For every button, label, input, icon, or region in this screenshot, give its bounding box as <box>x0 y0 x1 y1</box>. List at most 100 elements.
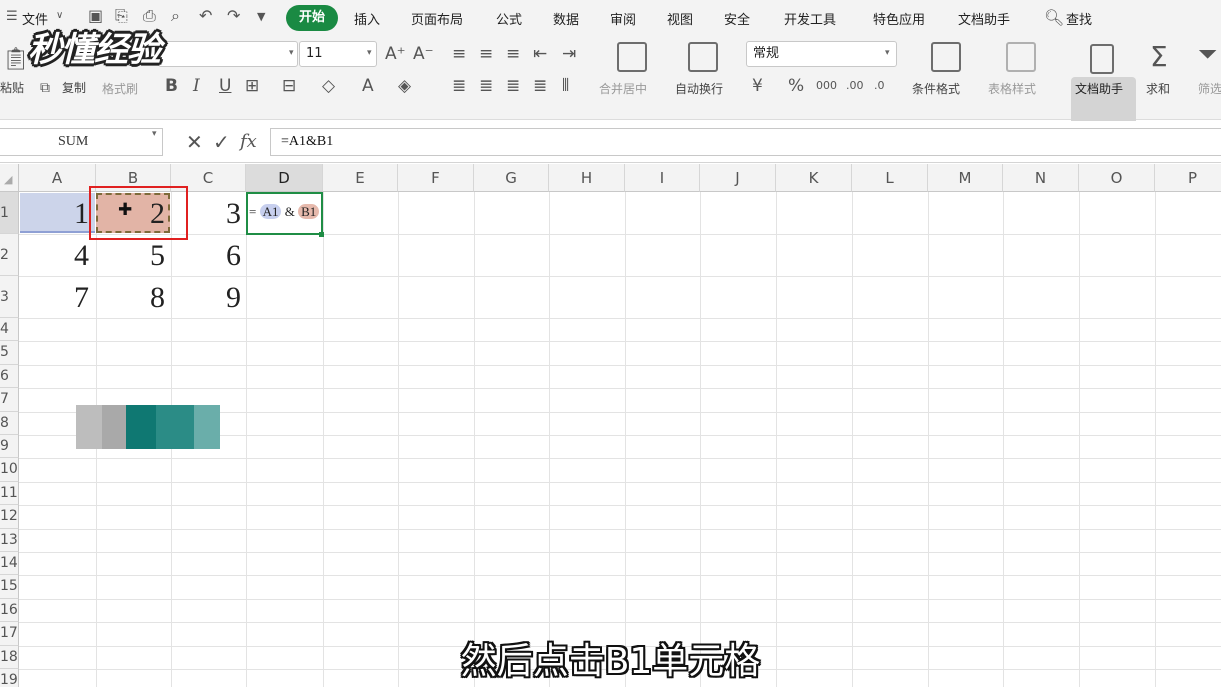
tab-developer[interactable]: 开发工具 <box>784 9 836 28</box>
paste-button[interactable]: 粘贴 <box>0 79 24 96</box>
cancel-icon[interactable]: ✕ <box>186 131 203 153</box>
thousands-icon[interactable]: 000 <box>816 76 837 96</box>
row-header-8[interactable]: 8 <box>0 411 19 435</box>
decrease-font-icon[interactable]: A⁻ <box>413 44 434 64</box>
chevron-down-icon[interactable]: ∨ <box>56 10 63 21</box>
tab-formulas[interactable]: 公式 <box>496 9 522 28</box>
select-all-corner[interactable]: ◢ <box>0 164 19 192</box>
doc-assistant-button[interactable]: 文档助手 <box>1075 80 1123 97</box>
clear-format-icon[interactable]: ◈ <box>398 76 411 96</box>
chevron-down-icon[interactable]: ▾ <box>367 48 372 58</box>
tab-insert[interactable]: 插入 <box>354 9 380 28</box>
conditional-format-button[interactable]: 条件格式 <box>912 80 960 97</box>
table-style-icon[interactable] <box>1006 42 1036 72</box>
italic-icon[interactable]: I <box>193 76 200 96</box>
row-header-12[interactable]: 12 <box>0 505 19 529</box>
paste-icon[interactable]: 📋︎ <box>2 49 30 71</box>
row-header-6[interactable]: 6 <box>0 364 19 389</box>
wrap-text-icon[interactable] <box>688 42 718 72</box>
menu-icon[interactable]: ☰ <box>6 9 18 24</box>
row-header-13[interactable]: 13 <box>0 528 19 552</box>
align-center-icon[interactable]: ≣ <box>479 76 493 96</box>
cell-c3[interactable]: 9 <box>171 281 241 315</box>
table-style-button[interactable]: 表格样式 <box>988 80 1036 97</box>
column-header-m[interactable]: M <box>928 164 1003 192</box>
font-name-select[interactable] <box>158 41 298 67</box>
font-color-icon[interactable]: A <box>362 76 374 96</box>
row-header-11[interactable]: 11 <box>0 481 19 506</box>
tab-security[interactable]: 安全 <box>724 9 750 28</box>
row-header-14[interactable]: 14 <box>0 552 19 576</box>
tab-home[interactable]: 开始 <box>286 5 338 31</box>
number-format-select[interactable]: 常规 <box>746 41 897 67</box>
copy-button[interactable]: 复制 <box>62 79 86 96</box>
decrease-decimal-icon[interactable]: .0 <box>874 76 885 96</box>
column-header-g[interactable]: G <box>474 164 549 192</box>
formula-input[interactable]: =A1&B1 <box>270 128 1221 156</box>
column-header-k[interactable]: K <box>776 164 852 192</box>
cell-d1-formula[interactable]: = A1 & B1 <box>249 204 320 220</box>
insert-function-icon[interactable]: fx <box>240 131 257 153</box>
row-header-10[interactable]: 10 <box>0 458 19 482</box>
justify-icon[interactable]: ≣ <box>533 76 547 96</box>
cell-style-icon[interactable]: ⊟ <box>282 76 296 96</box>
align-bottom-icon[interactable]: ≡ <box>506 44 520 64</box>
confirm-icon[interactable]: ✓ <box>213 131 230 153</box>
tab-doc-assistant[interactable]: 文档助手 <box>958 9 1010 28</box>
search-icon[interactable]: 🔍︎ <box>1044 8 1064 27</box>
row-header-1[interactable]: 1 <box>0 192 19 234</box>
tab-page-layout[interactable]: 页面布局 <box>411 9 463 28</box>
column-header-o[interactable]: O <box>1079 164 1155 192</box>
currency-icon[interactable]: ¥ <box>752 76 763 96</box>
filter-icon[interactable]: ⏷ <box>1198 42 1217 66</box>
spreadsheet-grid[interactable]: ◢ ABCDEFGHIJKLMNOP 1 2 3 4 5 6 7 8 9 10 11 12 13 14 15… <box>0 164 1221 687</box>
tab-review[interactable]: 审阅 <box>610 9 636 28</box>
customize-icon[interactable]: ▼ <box>257 10 265 23</box>
chevron-down-icon[interactable]: ▾ <box>152 129 157 139</box>
column-header-j[interactable]: J <box>700 164 776 192</box>
row-header-3[interactable]: 3 <box>0 276 19 318</box>
cell-b2[interactable]: 5 <box>96 239 165 273</box>
merge-center-button[interactable]: 合并居中 <box>599 80 647 97</box>
row-header-2[interactable]: 2 <box>0 234 19 276</box>
tab-view[interactable]: 视图 <box>667 9 693 28</box>
row-header-5[interactable]: 5 <box>0 341 19 365</box>
wrap-text-button[interactable]: 自动换行 <box>675 80 723 97</box>
fill-color-icon[interactable]: ◇ <box>322 76 335 96</box>
cell-a1[interactable]: 1 <box>20 197 89 231</box>
percent-icon[interactable]: % <box>788 76 804 96</box>
increase-font-icon[interactable]: A⁺ <box>385 44 406 64</box>
doc-assistant-icon[interactable] <box>1090 44 1114 74</box>
row-header-4[interactable]: 4 <box>0 318 19 342</box>
merge-center-icon[interactable] <box>617 42 647 72</box>
filter-button[interactable]: 筛选 <box>1198 80 1221 97</box>
row-header-7[interactable]: 7 <box>0 388 19 412</box>
cell-b3[interactable]: 8 <box>96 281 165 315</box>
tab-features[interactable]: 特色应用 <box>873 9 925 28</box>
undo-icon[interactable]: ↶ <box>199 6 212 25</box>
increase-decimal-icon[interactable]: .00 <box>846 76 864 96</box>
align-right-icon[interactable]: ≣ <box>506 76 520 96</box>
align-top-icon[interactable]: ≡ <box>452 44 466 64</box>
cell-c2[interactable]: 6 <box>171 239 241 273</box>
row-header-15[interactable]: 15 <box>0 575 19 599</box>
indent-increase-icon[interactable]: ⇥ <box>562 44 576 64</box>
print-preview-icon[interactable]: ⌕ <box>171 6 180 26</box>
indent-decrease-icon[interactable]: ⇤ <box>533 44 547 64</box>
underline-icon[interactable]: U <box>219 76 231 96</box>
fill-handle[interactable] <box>319 232 324 237</box>
chevron-down-icon[interactable]: ▾ <box>885 48 890 58</box>
distribute-icon[interactable]: ⫴ <box>562 76 569 96</box>
align-middle-icon[interactable]: ≡ <box>479 44 493 64</box>
column-header-h[interactable]: H <box>549 164 625 192</box>
conditional-format-icon[interactable] <box>931 42 961 72</box>
copy-icon[interactable]: ⧉ <box>40 78 50 98</box>
search-label[interactable]: 查找 <box>1066 9 1092 28</box>
sum-button[interactable]: 求和 <box>1146 80 1170 97</box>
cell-a2[interactable]: 4 <box>20 239 89 273</box>
align-left-icon[interactable]: ≣ <box>452 76 466 96</box>
column-header-l[interactable]: L <box>852 164 928 192</box>
cell-a3[interactable]: 7 <box>20 281 89 315</box>
column-header-n[interactable]: N <box>1003 164 1079 192</box>
column-header-i[interactable]: I <box>625 164 700 192</box>
